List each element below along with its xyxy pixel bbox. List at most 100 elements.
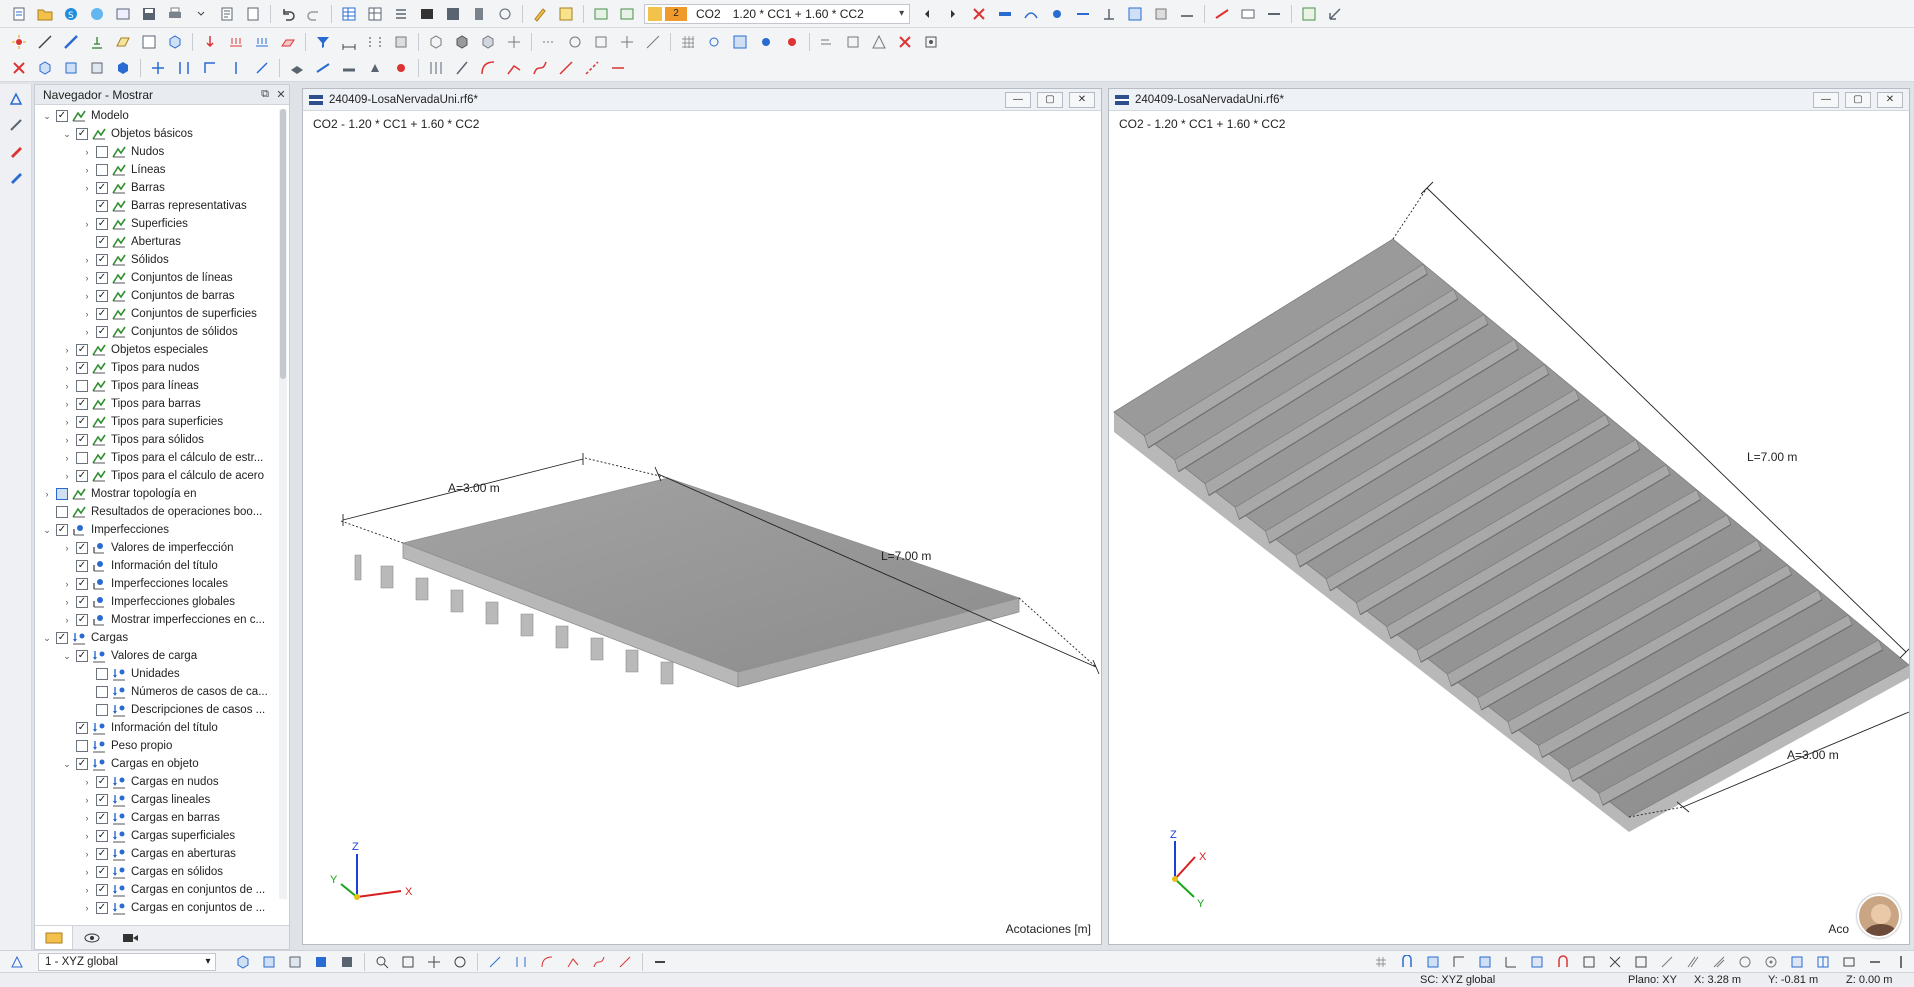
tree-item[interactable]: › ✓ Conjuntos de líneas xyxy=(81,269,233,287)
frame-toggle-icon[interactable] xyxy=(1630,951,1652,972)
tree-item[interactable]: › ✓ Cargas en conjuntos de ... xyxy=(81,881,265,899)
cloud-icon[interactable]: S xyxy=(60,3,82,25)
tree-checkbox[interactable] xyxy=(96,146,108,158)
view-top-icon[interactable] xyxy=(258,951,280,972)
tree-item[interactable]: › ✓ Valores de imperfección xyxy=(61,539,234,557)
divide-icon[interactable] xyxy=(616,31,638,53)
list-icon[interactable] xyxy=(390,3,412,25)
snap-object-icon[interactable] xyxy=(703,31,725,53)
new-member-icon[interactable] xyxy=(60,31,82,53)
maximize-icon[interactable]: ▢ xyxy=(1037,91,1063,108)
tree-item[interactable]: › ✓ Tipos para sólidos xyxy=(61,431,204,449)
load-member-icon[interactable] xyxy=(251,31,273,53)
open-folder-icon[interactable] xyxy=(34,3,56,25)
dimension-icon[interactable] xyxy=(338,31,360,53)
load-surface-icon[interactable] xyxy=(277,31,299,53)
chevron-right-icon[interactable]: › xyxy=(41,489,53,499)
clipping-box-icon[interactable] xyxy=(1237,3,1259,25)
chevron-right-icon[interactable]: › xyxy=(61,399,73,409)
tree-checkbox[interactable] xyxy=(76,380,88,392)
circle-dot-toggle-icon[interactable] xyxy=(1760,951,1782,972)
tree-checkbox[interactable]: ✓ xyxy=(76,560,88,572)
tree-item[interactable]: › ✓ Superficies xyxy=(81,215,188,233)
rotate-icon[interactable] xyxy=(564,31,586,53)
render-transparent-icon[interactable] xyxy=(477,31,499,53)
line-helix-icon[interactable] xyxy=(607,57,629,79)
chevron-down-icon[interactable]: ⌄ xyxy=(41,633,53,644)
tree-checkbox[interactable]: ✓ xyxy=(96,236,108,248)
tree-item[interactable]: › ✓ Cargas superficiales xyxy=(81,827,235,845)
pan-icon[interactable] xyxy=(423,951,445,972)
double-slash-toggle-icon[interactable] xyxy=(1682,951,1704,972)
draw-icon[interactable] xyxy=(529,3,551,25)
tree-checkbox[interactable]: ✓ xyxy=(56,632,68,644)
chevron-down-icon[interactable]: ▾ xyxy=(895,8,909,19)
combo-prev-icon[interactable] xyxy=(916,3,938,25)
new-solid-icon[interactable] xyxy=(164,31,186,53)
close-icon[interactable]: ✕ xyxy=(1877,91,1903,108)
chevron-right-icon[interactable]: › xyxy=(81,795,93,805)
chevron-down-icon[interactable]: ▾ xyxy=(201,956,215,967)
line-view-icon[interactable] xyxy=(312,57,334,79)
calculator-icon[interactable] xyxy=(468,3,490,25)
chevron-down-icon[interactable] xyxy=(190,3,212,25)
delete-icon[interactable] xyxy=(894,31,916,53)
tree-checkbox[interactable]: ✓ xyxy=(96,848,108,860)
object-snap-toggle-icon[interactable] xyxy=(1422,951,1444,972)
chevron-down-icon[interactable]: ⌄ xyxy=(41,525,53,536)
model-manager-icon[interactable] xyxy=(112,3,134,25)
view-side-icon[interactable] xyxy=(86,57,108,79)
chevron-right-icon[interactable]: › xyxy=(81,849,93,859)
join-icon[interactable] xyxy=(642,31,664,53)
tree-checkbox[interactable] xyxy=(96,686,108,698)
window-toggle-icon[interactable] xyxy=(1838,951,1860,972)
calculate-icon[interactable] xyxy=(442,3,464,25)
user-avatar[interactable] xyxy=(1857,894,1901,938)
chevron-right-icon[interactable]: › xyxy=(81,165,93,175)
tree-item[interactable]: ⌄ ✓ Valores de carga xyxy=(61,647,197,665)
visibility-icon[interactable] xyxy=(390,31,412,53)
view-manager-icon[interactable] xyxy=(6,951,28,972)
tree-checkbox[interactable]: ✓ xyxy=(96,776,108,788)
tree-item[interactable]: › ✓ Tipos para el cálculo de acero xyxy=(61,467,264,485)
tree-checkbox[interactable]: ✓ xyxy=(96,794,108,806)
tree-checkbox[interactable]: ✓ xyxy=(76,614,88,626)
new-surface-icon[interactable] xyxy=(112,31,134,53)
coordinate-system-icon[interactable] xyxy=(1324,3,1346,25)
tree-item[interactable]: ✓ Barras representativas xyxy=(81,197,247,215)
scale-icon[interactable] xyxy=(590,31,612,53)
tree-checkbox[interactable]: ✓ xyxy=(76,542,88,554)
tab-display[interactable] xyxy=(73,926,111,949)
tree-checkbox[interactable]: ✓ xyxy=(96,182,108,194)
tree-item[interactable]: › ✓ Tipos para nudos xyxy=(61,359,199,377)
triangle-icon[interactable] xyxy=(868,31,890,53)
view-front-icon[interactable] xyxy=(60,57,82,79)
table-grid-toggle-icon[interactable] xyxy=(1786,951,1808,972)
move-toggle-icon[interactable] xyxy=(1890,951,1912,972)
tree-checkbox[interactable] xyxy=(76,740,88,752)
section-icon[interactable] xyxy=(842,31,864,53)
model-canvas-bottom-view[interactable]: L=7.00 m A=3.00 m Z X Y xyxy=(1109,112,1909,944)
navigator-display-icon[interactable] xyxy=(5,88,27,110)
line-polyline-icon[interactable] xyxy=(503,57,525,79)
undo-icon[interactable] xyxy=(277,3,299,25)
chevron-right-icon[interactable]: › xyxy=(81,219,93,229)
tree-checkbox[interactable]: ✓ xyxy=(96,218,108,230)
axis-icon[interactable] xyxy=(503,31,525,53)
navigator-scrollbar[interactable] xyxy=(279,109,287,899)
deformation-icon[interactable] xyxy=(1020,3,1042,25)
view-right-icon[interactable] xyxy=(336,951,358,972)
grid-toggle-icon[interactable] xyxy=(1526,951,1548,972)
spline-display-icon[interactable] xyxy=(588,951,610,972)
slash-toggle-icon[interactable] xyxy=(1656,951,1678,972)
tree-item[interactable]: › ✓ Imperfecciones globales xyxy=(61,593,235,611)
chevron-right-icon[interactable]: › xyxy=(81,291,93,301)
chevron-right-icon[interactable]: › xyxy=(81,867,93,877)
new-model-icon[interactable] xyxy=(8,3,30,25)
coord-toggle-icon[interactable] xyxy=(1500,951,1522,972)
chevron-right-icon[interactable]: › xyxy=(81,183,93,193)
tree-checkbox[interactable]: ✓ xyxy=(96,812,108,824)
tree-checkbox[interactable]: ✓ xyxy=(76,434,88,446)
view-results-icon[interactable] xyxy=(1046,3,1068,25)
tree-item[interactable]: › Nudos xyxy=(81,143,164,161)
